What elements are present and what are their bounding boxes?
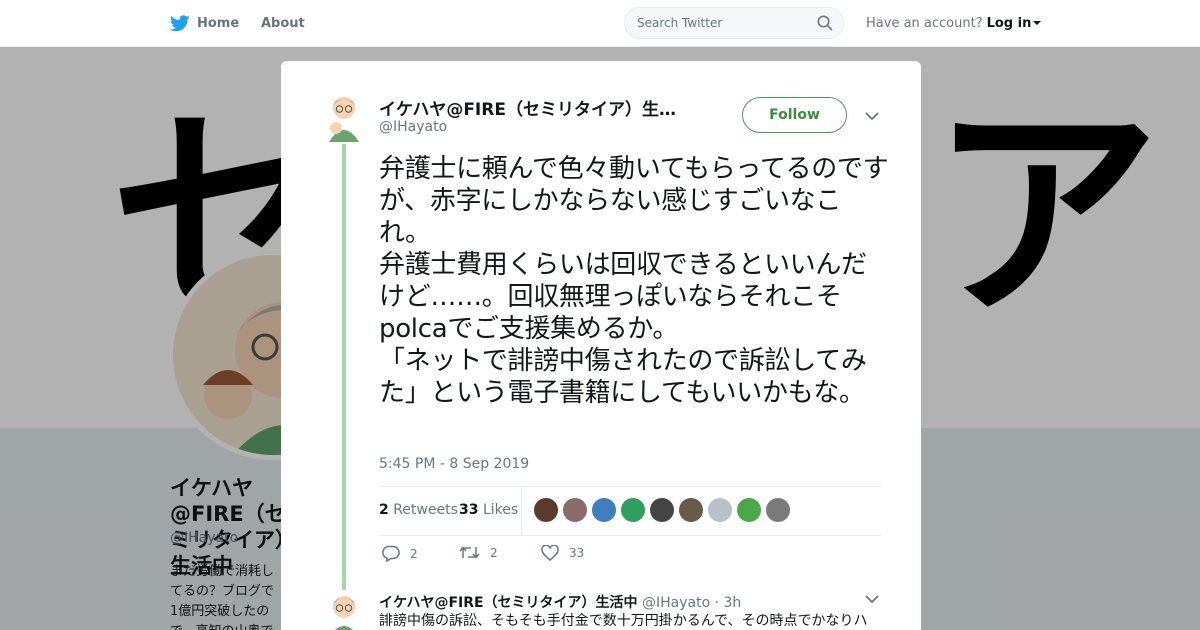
author-name[interactable]: イケハヤ@FIRE（セミリタイア）生…: [379, 95, 699, 120]
retweet-button[interactable]: 2: [459, 545, 498, 560]
liker-avatar[interactable]: [534, 498, 558, 522]
liker-avatar[interactable]: [592, 498, 616, 522]
stats-divider: [521, 487, 522, 535]
search-input[interactable]: Search Twitter: [637, 16, 722, 30]
reply-text: 誹謗中傷の訴訟、そもそも手付金で数十万円掛かるんで、その時点でかなりハ: [379, 613, 868, 629]
likes-label: Likes: [482, 502, 519, 518]
tweet-timestamp[interactable]: 5:45 PM - 8 Sep 2019: [379, 456, 529, 472]
retweet-count: 2: [490, 545, 498, 560]
liker-avatar[interactable]: [650, 498, 674, 522]
login-link[interactable]: Log in: [987, 16, 1032, 31]
twitter-bird-icon: [170, 14, 190, 31]
nav-home-label: Home: [197, 15, 240, 31]
chevron-down-icon[interactable]: [865, 111, 879, 121]
liker-avatar[interactable]: [737, 498, 761, 522]
caret-down-icon[interactable]: [1033, 20, 1042, 26]
reply-icon: [382, 545, 400, 562]
nav-home[interactable]: Home: [170, 0, 239, 46]
nav-about[interactable]: About: [261, 0, 305, 46]
search-icon[interactable]: [817, 15, 833, 31]
retweets-stat[interactable]: 2 Retweets: [379, 502, 458, 518]
follow-button[interactable]: Follow: [742, 97, 847, 133]
reply-author-name[interactable]: イケハヤ@FIRE（セミリタイア）生活中: [379, 595, 638, 611]
like-count: 33: [569, 546, 585, 560]
retweet-icon: [459, 546, 480, 559]
reply-author-handle[interactable]: @IHayato: [642, 595, 710, 611]
account-prompt: Have an account?: [866, 15, 983, 31]
thread-line: [342, 144, 346, 590]
search-box[interactable]: Search Twitter: [624, 7, 844, 39]
retweets-label: Retweets: [393, 502, 458, 518]
reply-chevron-down-icon[interactable]: [865, 594, 879, 604]
liker-avatar[interactable]: [679, 498, 703, 522]
reply-author-avatar[interactable]: [326, 593, 362, 630]
liker-avatar[interactable]: [766, 498, 790, 522]
tweet-stats: 2 Retweets 33 Likes: [379, 486, 881, 536]
author-handle[interactable]: @IHayato: [379, 119, 447, 135]
like-button[interactable]: 33: [541, 545, 584, 561]
reply-header: イケハヤ@FIRE（セミリタイア）生活中 @IHayato · 3h: [379, 592, 741, 612]
tweet-text: 弁護士に頼んで色々動いてもらってるのですが、赤字にしかならない感じすごいなこれ。…: [379, 154, 889, 408]
reply-button[interactable]: 2: [382, 545, 418, 562]
author-avatar[interactable]: [326, 94, 362, 142]
liker-avatar[interactable]: [708, 498, 732, 522]
account-area: Have an account? Log in: [866, 0, 1042, 46]
reply-time[interactable]: · 3h: [715, 595, 742, 611]
liker-avatar[interactable]: [563, 498, 587, 522]
liker-avatar[interactable]: [621, 498, 645, 522]
heart-icon: [541, 545, 559, 561]
retweets-count: 2: [379, 502, 389, 518]
likes-count: 33: [459, 502, 479, 518]
reply-count: 2: [410, 546, 418, 561]
tweet-modal: イケハヤ@FIRE（セミリタイア）生… @IHayato Follow 弁護士に…: [281, 61, 921, 630]
top-nav: Home About Search Twitter Have an accoun…: [0, 0, 1200, 47]
likes-stat[interactable]: 33 Likes: [459, 502, 518, 518]
